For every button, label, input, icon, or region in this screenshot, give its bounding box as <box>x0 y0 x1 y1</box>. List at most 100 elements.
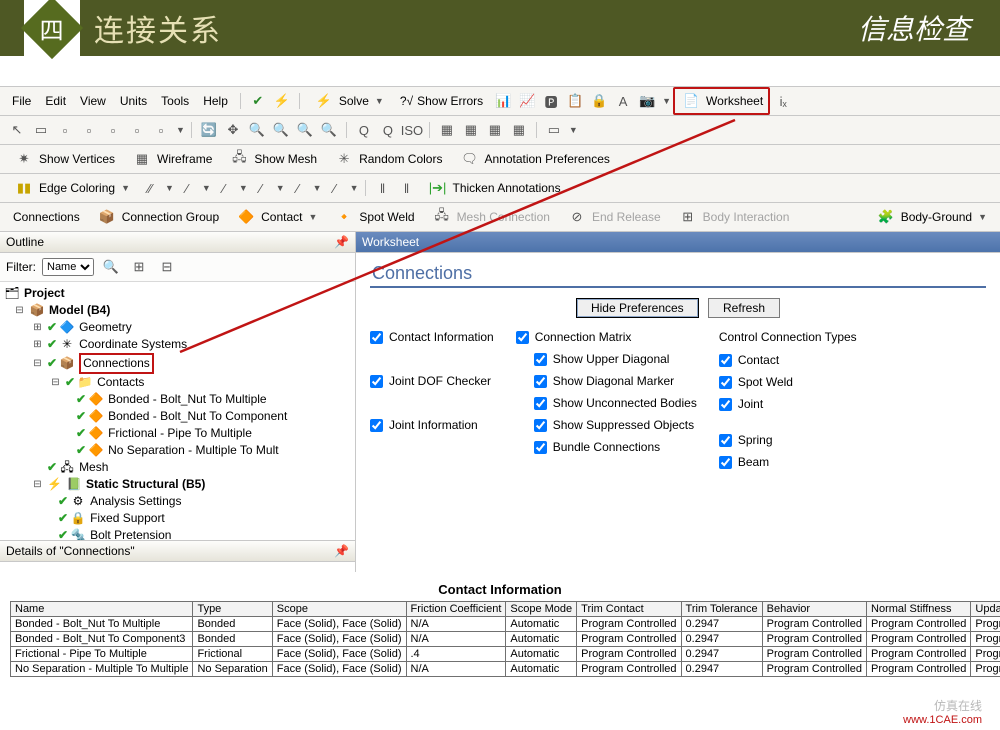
zoom-icon[interactable]: 🔍 <box>246 119 268 141</box>
thicken-annotations-button[interactable]: |➔|Thicken Annotations <box>420 174 568 202</box>
mesh-connection-button[interactable]: 🖧Mesh Connection <box>424 203 557 231</box>
edge-opt-icon[interactable]: ⁄ <box>324 177 346 199</box>
fit-icon[interactable]: 🔍 <box>294 119 316 141</box>
menu-units[interactable]: Units <box>114 92 153 110</box>
table-row[interactable]: Bonded - Bolt_Nut To Component3BondedFac… <box>11 632 1000 647</box>
table-row[interactable]: No Separation - Multiple To MultipleNo S… <box>11 662 1000 677</box>
filter-select[interactable]: Name <box>42 258 94 276</box>
camera-icon[interactable]: 📷 <box>636 90 658 112</box>
table-header[interactable]: Scope <box>272 602 406 617</box>
tree-contact-item[interactable]: No Separation - Multiple To Mult <box>108 442 279 459</box>
tree-contact-item[interactable]: Frictional - Pipe To Multiple <box>108 425 252 442</box>
connection-group-button[interactable]: 📦Connection Group <box>89 203 226 231</box>
show-vertices-button[interactable]: ✷Show Vertices <box>6 145 122 173</box>
connections-tab[interactable]: Connections <box>6 207 87 227</box>
diagonal-marker-checkbox[interactable]: Show Diagonal Marker <box>534 374 697 388</box>
type-contact-checkbox[interactable]: Contact <box>719 353 857 367</box>
color-icon[interactable]: ▭ <box>543 119 565 141</box>
menu-edit[interactable]: Edit <box>39 92 72 110</box>
body-ground-button[interactable]: 🧩Body-Ground▼ <box>868 203 994 231</box>
tree-project[interactable]: Project <box>24 285 65 302</box>
table-header[interactable]: Trim Contact <box>577 602 681 617</box>
bundle-connections-checkbox[interactable]: Bundle Connections <box>534 440 697 454</box>
zoom-box-icon[interactable]: 🔍 <box>270 119 292 141</box>
tool-icon[interactable]: 📊 <box>492 90 514 112</box>
vertex-icon[interactable]: ▫ <box>54 119 76 141</box>
line-icon[interactable]: ‖ <box>396 177 418 199</box>
contact-button[interactable]: 🔶Contact▼ <box>228 203 324 231</box>
edge-opt-icon[interactable]: ⁄ <box>287 177 309 199</box>
edge-opt-icon[interactable]: ⁄ <box>176 177 198 199</box>
random-colors-button[interactable]: ✳Random Colors <box>326 145 449 173</box>
table-row[interactable]: Frictional - Pipe To MultipleFrictionalF… <box>11 647 1000 662</box>
view-icon[interactable]: ▦ <box>508 119 530 141</box>
view-icon[interactable]: Q <box>377 119 399 141</box>
menu-file[interactable]: File <box>6 92 37 110</box>
edge-coloring-button[interactable]: ▮▮Edge Coloring▼ <box>6 174 137 202</box>
hide-preferences-button[interactable]: Hide Preferences <box>576 298 699 318</box>
tree-mesh[interactable]: Mesh <box>79 459 108 476</box>
table-row[interactable]: Bonded - Bolt_Nut To MultipleBondedFace … <box>11 617 1000 632</box>
tool-icon[interactable]: 📋 <box>564 90 586 112</box>
pin-icon[interactable]: 📌 <box>334 544 349 558</box>
table-header[interactable]: Behavior <box>762 602 866 617</box>
table-header[interactable]: Trim Tolerance <box>681 602 762 617</box>
tool-icon[interactable]: 📈 <box>516 90 538 112</box>
view-icon[interactable]: ▦ <box>484 119 506 141</box>
edge-opt-icon[interactable]: ⁄ <box>213 177 235 199</box>
select-mode-icon[interactable]: ▫ <box>150 119 172 141</box>
table-header[interactable]: Normal Stiffness <box>867 602 971 617</box>
tree-analysis[interactable]: Analysis Settings <box>90 493 181 510</box>
unconnected-bodies-checkbox[interactable]: Show Unconnected Bodies <box>534 396 697 410</box>
show-errors-button[interactable]: ?√Show Errors <box>393 91 490 111</box>
pan-icon[interactable]: ✥ <box>222 119 244 141</box>
type-spotweld-checkbox[interactable]: Spot Weld <box>719 375 857 389</box>
solve-button[interactable]: ⚡Solve▼ <box>306 87 391 115</box>
connection-matrix-checkbox[interactable]: Connection Matrix <box>516 330 697 344</box>
text-icon[interactable]: A <box>612 90 634 112</box>
rotate-icon[interactable]: 🔄 <box>198 119 220 141</box>
table-header[interactable]: Name <box>11 602 193 617</box>
tree-geometry[interactable]: Geometry <box>79 319 132 336</box>
outline-tree[interactable]: 🗂Project ⊟📦Model (B4) ⊞✔🔷Geometry ⊞✔✳Coo… <box>0 282 355 540</box>
edge-opt-icon[interactable]: ⁄ <box>250 177 272 199</box>
type-beam-checkbox[interactable]: Beam <box>719 455 857 469</box>
type-joint-checkbox[interactable]: Joint <box>719 397 857 411</box>
select-icon[interactable]: ▭ <box>30 119 52 141</box>
tree-contact-item[interactable]: Bonded - Bolt_Nut To Component <box>108 408 287 425</box>
info-icon[interactable]: iₓ <box>772 90 794 112</box>
view-icon[interactable]: Q <box>353 119 375 141</box>
tree-coord[interactable]: Coordinate Systems <box>79 336 187 353</box>
end-release-button[interactable]: ⊘End Release <box>559 203 668 231</box>
collapse-all-icon[interactable]: ⊟ <box>156 256 178 278</box>
body-icon[interactable]: ▫ <box>126 119 148 141</box>
filter-icon[interactable]: 🔍 <box>100 256 122 278</box>
view-icon[interactable]: ▦ <box>460 119 482 141</box>
menu-help[interactable]: Help <box>197 92 234 110</box>
table-header[interactable]: Type <box>193 602 272 617</box>
table-header[interactable]: Scope Mode <box>506 602 577 617</box>
ok-icon[interactable]: ✔ <box>247 90 269 112</box>
face-icon[interactable]: ▫ <box>102 119 124 141</box>
spot-weld-button[interactable]: 🔸Spot Weld <box>326 203 421 231</box>
pin-icon[interactable]: 📌 <box>334 235 349 249</box>
tool-icon[interactable]: 🔒 <box>588 90 610 112</box>
tree-contacts[interactable]: Contacts <box>97 374 144 391</box>
refresh-button[interactable]: Refresh <box>708 298 780 318</box>
expand-all-icon[interactable]: ⊞ <box>128 256 150 278</box>
tree-bolt-pretension[interactable]: Bolt Pretension <box>90 527 171 540</box>
view-icon[interactable]: ▦ <box>436 119 458 141</box>
tree-fixed[interactable]: Fixed Support <box>90 510 165 527</box>
menu-view[interactable]: View <box>74 92 112 110</box>
pointer-icon[interactable]: ↖ <box>6 119 28 141</box>
tree-model[interactable]: Model (B4) <box>49 302 110 319</box>
edge-opt-icon[interactable]: ⁄⁄ <box>139 177 161 199</box>
table-header[interactable]: Friction Coefficient <box>406 602 506 617</box>
iso-icon[interactable]: ISO <box>401 119 423 141</box>
zoom-sel-icon[interactable]: 🔍 <box>318 119 340 141</box>
joint-dof-checkbox[interactable]: Joint DOF Checker <box>370 374 494 388</box>
edge-icon[interactable]: ▫ <box>78 119 100 141</box>
menu-tools[interactable]: Tools <box>155 92 195 110</box>
line-icon[interactable]: ‖ <box>372 177 394 199</box>
show-mesh-button[interactable]: 🖧Show Mesh <box>221 145 324 173</box>
